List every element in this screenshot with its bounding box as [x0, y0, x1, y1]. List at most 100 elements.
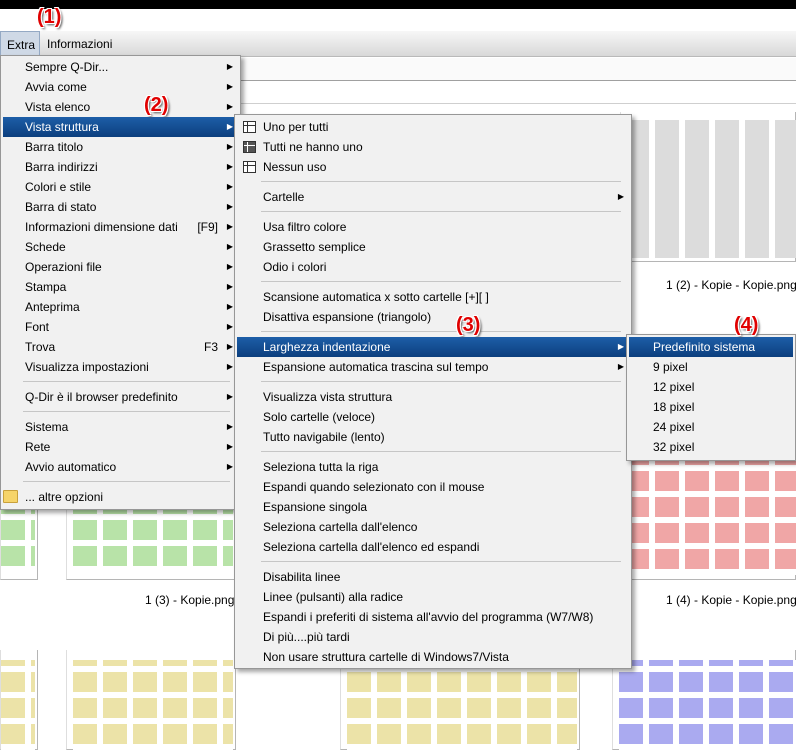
grid-icon	[243, 161, 256, 173]
menu-informazioni[interactable]: Informazioni	[41, 31, 118, 57]
menu-item-label: Avvia come	[25, 80, 87, 94]
menu-item-avvia-come[interactable]: Avvia come ▶	[3, 77, 238, 97]
menu-item-disattiva-espansione-triangolo[interactable]: Disattiva espansione (triangolo)	[237, 307, 629, 327]
menu-item-label: Avvio automatico	[25, 460, 117, 474]
thumbnail-image	[347, 668, 577, 750]
thumbnail-caption: 1 (3) - Kopie.png	[145, 593, 235, 607]
menu-item-trova[interactable]: Trova F3 ▶	[3, 337, 238, 357]
menu-extra[interactable]: Extra	[0, 31, 40, 57]
menu-item-vista-struttura[interactable]: Vista struttura ▶	[3, 117, 238, 137]
menu-item-rete[interactable]: Rete ▶	[3, 437, 238, 457]
menu-item-shortcut: [F9]	[197, 220, 218, 234]
menu-item-operazioni-file[interactable]: Operazioni file ▶	[3, 257, 238, 277]
menu-item-odio-i-colori[interactable]: Odio i colori	[237, 257, 629, 277]
menu-item-grassetto-semplice[interactable]: Grassetto semplice	[237, 237, 629, 257]
menu-item-predefinito-sistema[interactable]: Predefinito sistema	[629, 337, 793, 357]
thumbnail-yellow[interactable]	[66, 650, 236, 750]
thumbnail-yellow-left[interactable]	[0, 650, 38, 750]
thumbnail-yellow-2[interactable]	[340, 668, 580, 750]
menu-item-sempre-q-dir[interactable]: Sempre Q-Dir... ▶	[3, 57, 238, 77]
address-bar[interactable]	[240, 82, 796, 104]
menu-item-larghezza-indentazione[interactable]: Larghezza indentazione ▶	[237, 337, 629, 357]
menu-item-tutto-navigabile-lento[interactable]: Tutto navigabile (lento)	[237, 427, 629, 447]
menu-item-24-pixel[interactable]: 24 pixel	[629, 417, 793, 437]
menu-item-font[interactable]: Font ▶	[3, 317, 238, 337]
annotation-3: (3)	[456, 314, 481, 336]
menu-item-espandi-quando-selezionato-con-il-mouse[interactable]: Espandi quando selezionato con il mouse	[237, 477, 629, 497]
menu-item-label: Visualizza vista struttura	[263, 390, 393, 404]
menu-item-linee-pulsanti-alla-radice[interactable]: Linee (pulsanti) alla radice	[237, 587, 629, 607]
menu-item-label: Visualizza impostazioni	[25, 360, 149, 374]
thumbnail-image	[73, 660, 233, 750]
menu-item-label: Q-Dir è il browser predefinito	[25, 390, 178, 404]
menu-item-usa-filtro-colore[interactable]: Usa filtro colore	[237, 217, 629, 237]
menu-item-12-pixel[interactable]: 12 pixel	[629, 377, 793, 397]
menu-item-schede[interactable]: Schede ▶	[3, 237, 238, 257]
menu-item-label: Colori e stile	[25, 180, 92, 194]
menu-item-informazioni-dimensione-dati[interactable]: Informazioni dimensione dati [F9] ▶	[3, 217, 238, 237]
menu-separator	[261, 331, 621, 332]
menu-item-espansione-automatica-trascina-sul-tempo[interactable]: Espansione automatica trascina sul tempo…	[237, 357, 629, 377]
submenu-arrow-icon: ▶	[226, 62, 233, 71]
submenu-arrow-icon: ▶	[226, 102, 233, 111]
menu-item-anteprima[interactable]: Anteprima ▶	[3, 297, 238, 317]
menu-separator	[261, 281, 621, 282]
thumbnail-image	[625, 459, 796, 575]
submenu-arrow-icon: ▶	[617, 192, 624, 201]
menu-item-18-pixel[interactable]: 18 pixel	[629, 397, 793, 417]
menu-item-seleziona-tutta-la-riga[interactable]: Seleziona tutta la riga	[237, 457, 629, 477]
menu-item-altre-opzioni[interactable]: ... altre opzioni	[3, 487, 238, 507]
menu-item-di-pi-pi-tardi[interactable]: Di più....più tardi	[237, 627, 629, 647]
menu-item-colori-e-stile[interactable]: Colori e stile ▶	[3, 177, 238, 197]
menu-item-barra-indirizzi[interactable]: Barra indirizzi ▶	[3, 157, 238, 177]
menu-item-label: Sistema	[25, 420, 69, 434]
thumbnail-red[interactable]	[620, 455, 796, 580]
menu-item-solo-cartelle-veloce[interactable]: Solo cartelle (veloce)	[237, 407, 629, 427]
menu-item-label: Operazioni file	[25, 260, 102, 274]
menu-item-espandi-i-preferiti-di-sistema-all-avvio[interactable]: Espandi i preferiti di sistema all'avvio…	[237, 607, 629, 627]
menu-item-seleziona-cartella-dall-elenco[interactable]: Seleziona cartella dall'elenco	[237, 517, 629, 537]
menu-item-avvio-automatico[interactable]: Avvio automatico ▶	[3, 457, 238, 477]
menu-item-9-pixel[interactable]: 9 pixel	[629, 357, 793, 377]
menu-item-nessun-uso[interactable]: Nessun uso	[237, 157, 629, 177]
menu-item-seleziona-cartella-dall-elenco-ed-espand[interactable]: Seleziona cartella dall'elenco ed espand…	[237, 537, 629, 557]
menu-item-espansione-singola[interactable]: Espansione singola	[237, 497, 629, 517]
thumbnail-green-left[interactable]	[0, 510, 38, 580]
thumbnail-image	[619, 660, 796, 750]
thumbnail-grey[interactable]	[620, 112, 796, 262]
menu-item-scansione-automatica-x-sotto-cartelle[interactable]: Scansione automatica x sotto cartelle [+…	[237, 287, 629, 307]
menu-item-label: Schede	[25, 240, 66, 254]
menu-item-label: Tutto navigabile (lento)	[263, 430, 385, 444]
submenu-arrow-icon: ▶	[226, 362, 233, 371]
submenu-arrow-icon: ▶	[226, 222, 233, 231]
thumbnail-image	[625, 120, 796, 258]
menu-item-tutti-ne-hanno-uno[interactable]: Tutti ne hanno uno	[237, 137, 629, 157]
menu-item-sistema[interactable]: Sistema ▶	[3, 417, 238, 437]
menu-item-visualizza-vista-struttura[interactable]: Visualizza vista struttura	[237, 387, 629, 407]
menu-item-visualizza-impostazioni[interactable]: Visualizza impostazioni ▶	[3, 357, 238, 377]
menu-item-cartelle[interactable]: Cartelle ▶	[237, 187, 629, 207]
menu-item-stampa[interactable]: Stampa ▶	[3, 277, 238, 297]
menu-item-label: Nessun uso	[263, 160, 327, 174]
menu-item-label: Sempre Q-Dir...	[25, 60, 109, 74]
submenu-arrow-icon: ▶	[226, 202, 233, 211]
menu-item-label: Vista struttura	[25, 120, 99, 134]
menu-separator	[261, 381, 621, 382]
menu-item-label: ... altre opzioni	[25, 490, 104, 504]
menu-item-q-dir-il-browser-predefinito[interactable]: Q-Dir è il browser predefinito ▶	[3, 387, 238, 407]
menu-item-vista-elenco[interactable]: Vista elenco ▶	[3, 97, 238, 117]
window-titlebar	[0, 0, 796, 9]
thumbnail-green[interactable]	[66, 510, 236, 580]
menu-item-label: Barra indirizzi	[25, 160, 98, 174]
submenu-arrow-icon: ▶	[226, 122, 233, 131]
menu-item-barra-di-stato[interactable]: Barra di stato ▶	[3, 197, 238, 217]
thumbnail-blue[interactable]	[612, 650, 796, 750]
menu-separator	[261, 181, 621, 182]
menu-item-non-usare-struttura-cartelle-di-windows7[interactable]: Non usare struttura cartelle di Windows7…	[237, 647, 629, 667]
menu-item-uno-per-tutti[interactable]: Uno per tutti	[237, 117, 629, 137]
menu-item-disabilita-linee[interactable]: Disabilita linee	[237, 567, 629, 587]
menu-item-label: Vista elenco	[25, 100, 91, 114]
folder-icon	[3, 490, 18, 503]
menu-item-barra-titolo[interactable]: Barra titolo ▶	[3, 137, 238, 157]
menu-item-32-pixel[interactable]: 32 pixel	[629, 437, 793, 457]
